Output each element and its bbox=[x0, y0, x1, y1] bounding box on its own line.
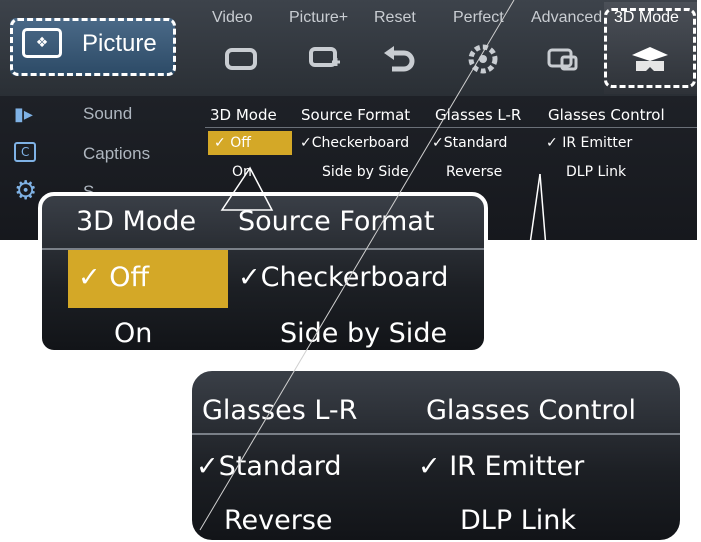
zoom-option-side-by-side[interactable]: Side by Side bbox=[280, 318, 447, 349]
option-checkerboard[interactable]: ✓Checkerboard bbox=[300, 135, 409, 151]
zoom-header-source-format: Source Format bbox=[238, 206, 435, 237]
option-standard[interactable]: ✓Standard bbox=[432, 135, 507, 151]
callout-outline-picture bbox=[10, 18, 176, 76]
tab-reset[interactable]: Reset bbox=[374, 9, 416, 27]
header-source-format: Source Format bbox=[301, 106, 411, 124]
captions-icon: C bbox=[14, 142, 37, 162]
zoom-option-checkerboard[interactable]: ✓Checkerboard bbox=[238, 262, 448, 293]
check-icon: ✓ bbox=[78, 262, 101, 293]
check-icon: ✓ bbox=[300, 135, 312, 151]
check-icon: ✓ bbox=[418, 451, 441, 482]
zoom-header-divider bbox=[192, 433, 680, 435]
tab-video[interactable]: Video bbox=[212, 9, 253, 27]
sound-icon: ▮▸ bbox=[14, 104, 33, 125]
option-ir-emitter[interactable]: ✓ IR Emitter bbox=[546, 135, 632, 151]
gear-icon: ⚙ bbox=[14, 176, 38, 206]
zoom-option-dlp-link[interactable]: DLP Link bbox=[460, 505, 576, 536]
option-side-by-side[interactable]: Side by Side bbox=[322, 164, 409, 180]
zoom-callout-mode-format: 3D Mode Source Format ✓ Off ✓Checkerboar… bbox=[38, 192, 488, 354]
header-3d-mode: 3D Mode bbox=[210, 106, 277, 124]
check-icon: ✓ bbox=[214, 135, 226, 151]
zoom-header-glasses-lr: Glasses L-R bbox=[202, 395, 358, 426]
option-reverse[interactable]: Reverse bbox=[446, 164, 502, 180]
header-divider bbox=[205, 127, 697, 128]
picture-plus-icon bbox=[308, 44, 342, 74]
reset-icon bbox=[382, 44, 416, 74]
zoom-option-3d-on[interactable]: On bbox=[114, 318, 152, 349]
tab-perfect[interactable]: Perfect bbox=[453, 9, 504, 27]
zoom-option-standard[interactable]: ✓Standard bbox=[196, 451, 341, 482]
check-icon: ✓ bbox=[196, 451, 219, 482]
check-icon: ✓ bbox=[238, 262, 261, 293]
zoom-option-3d-off[interactable]: ✓ Off bbox=[78, 262, 149, 293]
header-glasses-control: Glasses Control bbox=[548, 106, 665, 124]
zoom-header-glasses-control: Glasses Control bbox=[426, 395, 636, 426]
tab-advanced[interactable]: Advanced bbox=[531, 9, 602, 27]
option-3d-on[interactable]: On bbox=[232, 164, 252, 180]
video-icon bbox=[224, 44, 258, 74]
tab-picture-plus[interactable]: Picture+ bbox=[289, 9, 348, 27]
callout-outline-3d-mode bbox=[604, 8, 696, 88]
perfect-icon bbox=[466, 44, 500, 74]
header-glasses-lr: Glasses L-R bbox=[435, 106, 522, 124]
zoom-callout-glasses: Glasses L-R Glasses Control ✓Standard ✓ … bbox=[190, 369, 682, 542]
option-3d-off[interactable]: ✓ Off bbox=[214, 135, 251, 151]
option-dlp-link[interactable]: DLP Link bbox=[566, 164, 626, 180]
zoom-option-reverse[interactable]: Reverse bbox=[224, 505, 333, 536]
check-icon: ✓ bbox=[432, 135, 444, 151]
zoom-option-ir-emitter[interactable]: ✓ IR Emitter bbox=[418, 451, 584, 482]
side-item-captions[interactable]: Captions bbox=[83, 144, 150, 164]
side-item-sound[interactable]: Sound bbox=[83, 104, 132, 124]
check-icon: ✓ bbox=[546, 135, 558, 151]
advanced-icon bbox=[546, 44, 580, 74]
zoom-header-3d-mode: 3D Mode bbox=[76, 206, 197, 237]
